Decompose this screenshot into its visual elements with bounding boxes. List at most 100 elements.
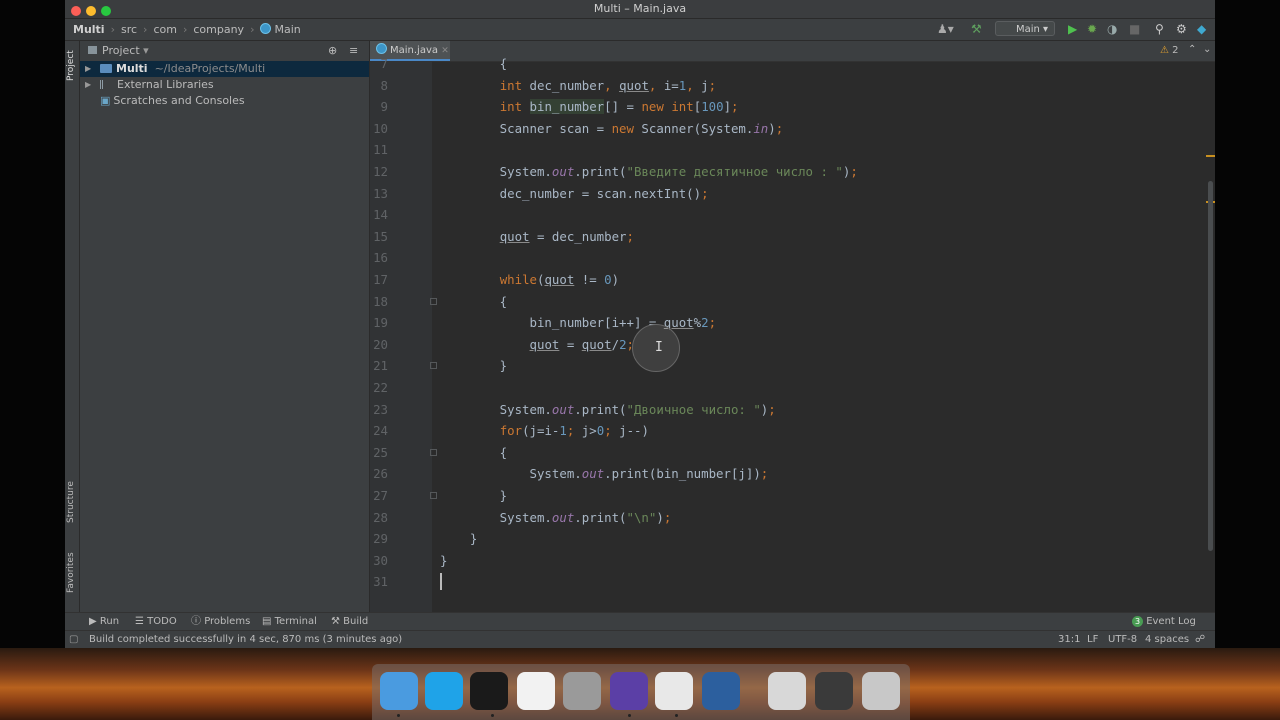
line-number[interactable]: 28 <box>370 507 388 528</box>
line-number[interactable]: 31 <box>370 571 388 592</box>
project-panel-title[interactable]: Project <box>102 44 140 57</box>
code-line[interactable]: 22 <box>370 377 1215 398</box>
run-configuration-select[interactable]: Main ▾ <box>995 21 1055 36</box>
code-line[interactable]: 11 <box>370 139 1215 160</box>
quicktime-icon[interactable] <box>702 672 740 710</box>
code-text[interactable]: for(j=i-1; j>0; j--) <box>440 420 649 441</box>
line-number[interactable]: 22 <box>370 377 388 398</box>
code-line[interactable]: 31 <box>370 571 1215 592</box>
line-number[interactable]: 19 <box>370 312 388 333</box>
line-number[interactable]: 9 <box>370 96 388 117</box>
code-text[interactable]: } <box>440 550 447 571</box>
project-stripe-button[interactable]: Project <box>66 50 76 81</box>
code-text[interactable]: System.out.print("Двоичное число: "); <box>440 399 776 420</box>
code-line[interactable]: 8 int dec_number, quot, i=1, j; <box>370 75 1215 96</box>
line-separator[interactable]: LF <box>1087 631 1098 648</box>
close-window-button[interactable] <box>71 6 81 16</box>
line-number[interactable]: 29 <box>370 528 388 549</box>
plugin-icon[interactable]: ◆ <box>1197 19 1206 40</box>
code-text[interactable]: int bin_number[] = new int[100]; <box>440 96 739 117</box>
tree-item-multi[interactable]: ▶ Multi ~/IdeaProjects/Multi <box>80 61 369 77</box>
indent-setting[interactable]: 4 spaces <box>1145 631 1189 648</box>
status-toggle-icon[interactable]: ▢ <box>69 631 78 648</box>
code-line[interactable]: 23 System.out.print("Двоичное число: "); <box>370 399 1215 420</box>
line-number[interactable]: 20 <box>370 334 388 355</box>
coverage-icon[interactable]: ◑ <box>1107 19 1117 40</box>
stop-icon[interactable]: ■ <box>1129 19 1140 40</box>
caret-position[interactable]: 31:1 <box>1058 631 1080 648</box>
code-text[interactable]: while(quot != 0) <box>440 269 619 290</box>
run-tool-button[interactable]: ▶ Run <box>89 613 119 631</box>
code-line[interactable]: 10 Scanner scan = new Scanner(System.in)… <box>370 118 1215 139</box>
line-number[interactable]: 17 <box>370 269 388 290</box>
code-text[interactable]: dec_number = scan.nextInt(); <box>440 183 709 204</box>
code-line[interactable]: 9 int bin_number[] = new int[100]; <box>370 96 1215 117</box>
structure-stripe-button[interactable]: Structure <box>66 481 76 523</box>
breadcrumb-src[interactable]: src <box>121 23 137 36</box>
code-text[interactable]: { <box>440 442 507 463</box>
code-line[interactable]: 15 quot = dec_number; <box>370 226 1215 247</box>
code-text[interactable]: } <box>440 528 477 549</box>
code-text[interactable]: quot = quot/2; <box>440 334 634 355</box>
line-number[interactable]: 12 <box>370 161 388 182</box>
line-number[interactable]: 10 <box>370 118 388 139</box>
line-number[interactable]: 8 <box>370 75 388 96</box>
code-text[interactable]: { <box>440 291 507 312</box>
line-number[interactable]: 13 <box>370 183 388 204</box>
debug-icon[interactable]: ✹ <box>1087 19 1097 40</box>
code-text[interactable]: bin_number[i++] = quot%2; <box>440 312 717 333</box>
editor-scrollbar[interactable] <box>1208 181 1213 551</box>
code-editor[interactable]: Main.java ✕ ⚠ 2 ⌃ ⌄ 7 {8 int dec_number,… <box>370 41 1215 612</box>
keyboard-icon[interactable] <box>768 672 806 710</box>
breadcrumb-main[interactable]: Main <box>274 23 300 36</box>
line-number[interactable]: 11 <box>370 139 388 160</box>
fold-marker-icon[interactable] <box>430 492 437 499</box>
line-number[interactable]: 30 <box>370 550 388 571</box>
code-line[interactable]: 19 bin_number[i++] = quot%2; <box>370 312 1215 333</box>
locate-icon[interactable]: ⊕ <box>328 41 337 61</box>
code-line[interactable]: 29 } <box>370 528 1215 549</box>
breadcrumb-company[interactable]: company <box>193 23 244 36</box>
code-text[interactable]: { <box>440 53 507 74</box>
settings-gear-icon[interactable]: ⚙ <box>1176 19 1187 40</box>
line-number[interactable]: 24 <box>370 420 388 441</box>
finder-icon[interactable] <box>380 672 418 710</box>
todo-tool-button[interactable]: ☰ TODO <box>135 613 177 631</box>
search-icon[interactable]: ⚲ <box>1155 19 1164 40</box>
document-icon[interactable] <box>517 672 555 710</box>
intellij-icon[interactable] <box>470 672 508 710</box>
code-line[interactable]: 27 } <box>370 485 1215 506</box>
lock-icon[interactable]: ☍ <box>1195 631 1205 648</box>
line-number[interactable]: 18 <box>370 291 388 312</box>
zoom-window-button[interactable] <box>101 6 111 16</box>
code-line[interactable]: 26 System.out.print(bin_number[j]); <box>370 463 1215 484</box>
code-line[interactable]: 21 } <box>370 355 1215 376</box>
line-number[interactable]: 21 <box>370 355 388 376</box>
code-line[interactable]: 24 for(j=i-1; j>0; j--) <box>370 420 1215 441</box>
code-line[interactable]: 12 System.out.print("Введите десятичное … <box>370 161 1215 182</box>
code-line[interactable]: 16 <box>370 247 1215 268</box>
tree-item-scratches[interactable]: ▣ Scratches and Consoles <box>80 93 369 109</box>
code-line[interactable]: 7 { <box>370 53 1215 74</box>
code-text[interactable]: int dec_number, quot, i=1, j; <box>440 75 716 96</box>
code-line[interactable]: 13 dec_number = scan.nextInt(); <box>370 183 1215 204</box>
user-icon[interactable]: ♟▾ <box>937 19 954 40</box>
line-number[interactable]: 25 <box>370 442 388 463</box>
code-line[interactable]: 28 System.out.print("\n"); <box>370 507 1215 528</box>
fold-marker-icon[interactable] <box>430 297 437 305</box>
code-line[interactable]: 18 { <box>370 291 1215 312</box>
line-number[interactable]: 14 <box>370 204 388 225</box>
status-message[interactable]: Build completed successfully in 4 sec, 8… <box>89 631 402 648</box>
line-number[interactable]: 23 <box>370 399 388 420</box>
skype-icon[interactable] <box>425 672 463 710</box>
screenshot-icon[interactable] <box>815 672 853 710</box>
code-line[interactable]: 25 { <box>370 442 1215 463</box>
system-preferences-icon[interactable] <box>563 672 601 710</box>
code-line[interactable]: 14 <box>370 204 1215 225</box>
breadcrumb-project[interactable]: Multi <box>73 23 105 36</box>
breadcrumb-com[interactable]: com <box>153 23 177 36</box>
code-text[interactable]: Scanner scan = new Scanner(System.in); <box>440 118 784 139</box>
favorites-stripe-button[interactable]: Favorites <box>66 552 76 593</box>
code-text[interactable]: } <box>440 355 507 376</box>
code-line[interactable]: 30} <box>370 550 1215 571</box>
